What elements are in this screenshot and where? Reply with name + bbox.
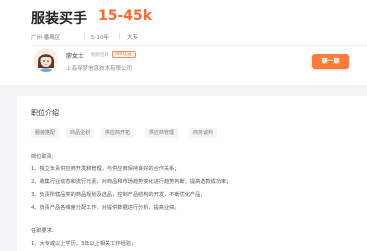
job-detail-card xyxy=(17,96,367,251)
requirement-line: 1、大专或以上学历，3年以上相关工作经验； xyxy=(31,241,137,247)
job-education: 大专 xyxy=(127,35,139,41)
job-title: 服装买手 xyxy=(31,11,87,27)
skill-tag: 供应商管理 xyxy=(145,128,179,138)
meta-divider xyxy=(84,33,85,39)
job-salary: 15-45k xyxy=(98,8,153,24)
skill-tag: 商品企划 xyxy=(66,128,95,138)
recruiter-avatar[interactable] xyxy=(34,48,58,72)
duty-line: 2、收集行业动态和流行元素，对商品和市场趋势变化进行趋势判断，提高选款成功率； xyxy=(31,179,232,185)
job-experience: 5-10年 xyxy=(91,35,109,41)
section-title: 职位介绍 xyxy=(31,109,59,117)
duty-line: 3、负责所辖品类的商品规划及选品，控制产品结构的开发，不断优化产品； xyxy=(31,192,206,198)
company-name[interactable]: 上海寻梦信息技术有限公司 xyxy=(66,64,132,72)
duty-line: 1、独立负责供应商开发和管理，与供应商保持良好的合作关系； xyxy=(31,166,180,172)
recruiter-name: 廖女士 xyxy=(66,53,85,60)
meta-divider xyxy=(119,33,120,39)
skill-tag: 商务谈判 xyxy=(189,128,218,138)
avatar-illustration-icon xyxy=(34,48,58,72)
duties-title: 岗位职责: xyxy=(31,154,54,160)
skill-tag: 供应商开拓 xyxy=(101,128,135,138)
duty-line: 4、负责产品各维度分配工作，对提供数据进行分析，提高业绩。 xyxy=(31,205,180,211)
skill-tag: 服装搭配 xyxy=(31,128,60,138)
recruiter-badge: HR认证 xyxy=(112,51,136,58)
requirements-title: 任职要求: xyxy=(31,228,54,234)
recruiter-online-status: 刚刚活跃 xyxy=(91,53,109,58)
job-location: 广州·番禺区 xyxy=(31,35,61,41)
header-divider xyxy=(31,45,367,46)
chat-button[interactable]: 聊一聊 xyxy=(312,54,349,69)
